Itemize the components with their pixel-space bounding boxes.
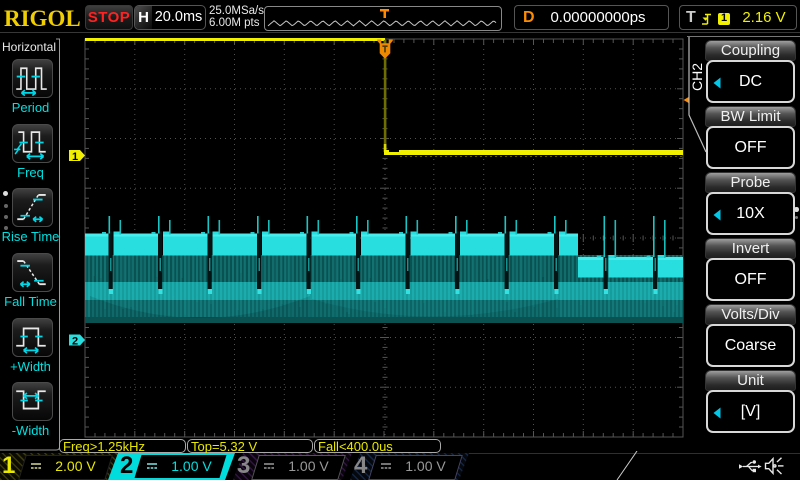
svg-text:1: 1 [72,151,78,163]
svg-text:2: 2 [72,336,78,348]
svg-text:CH2: CH2 [689,63,704,91]
